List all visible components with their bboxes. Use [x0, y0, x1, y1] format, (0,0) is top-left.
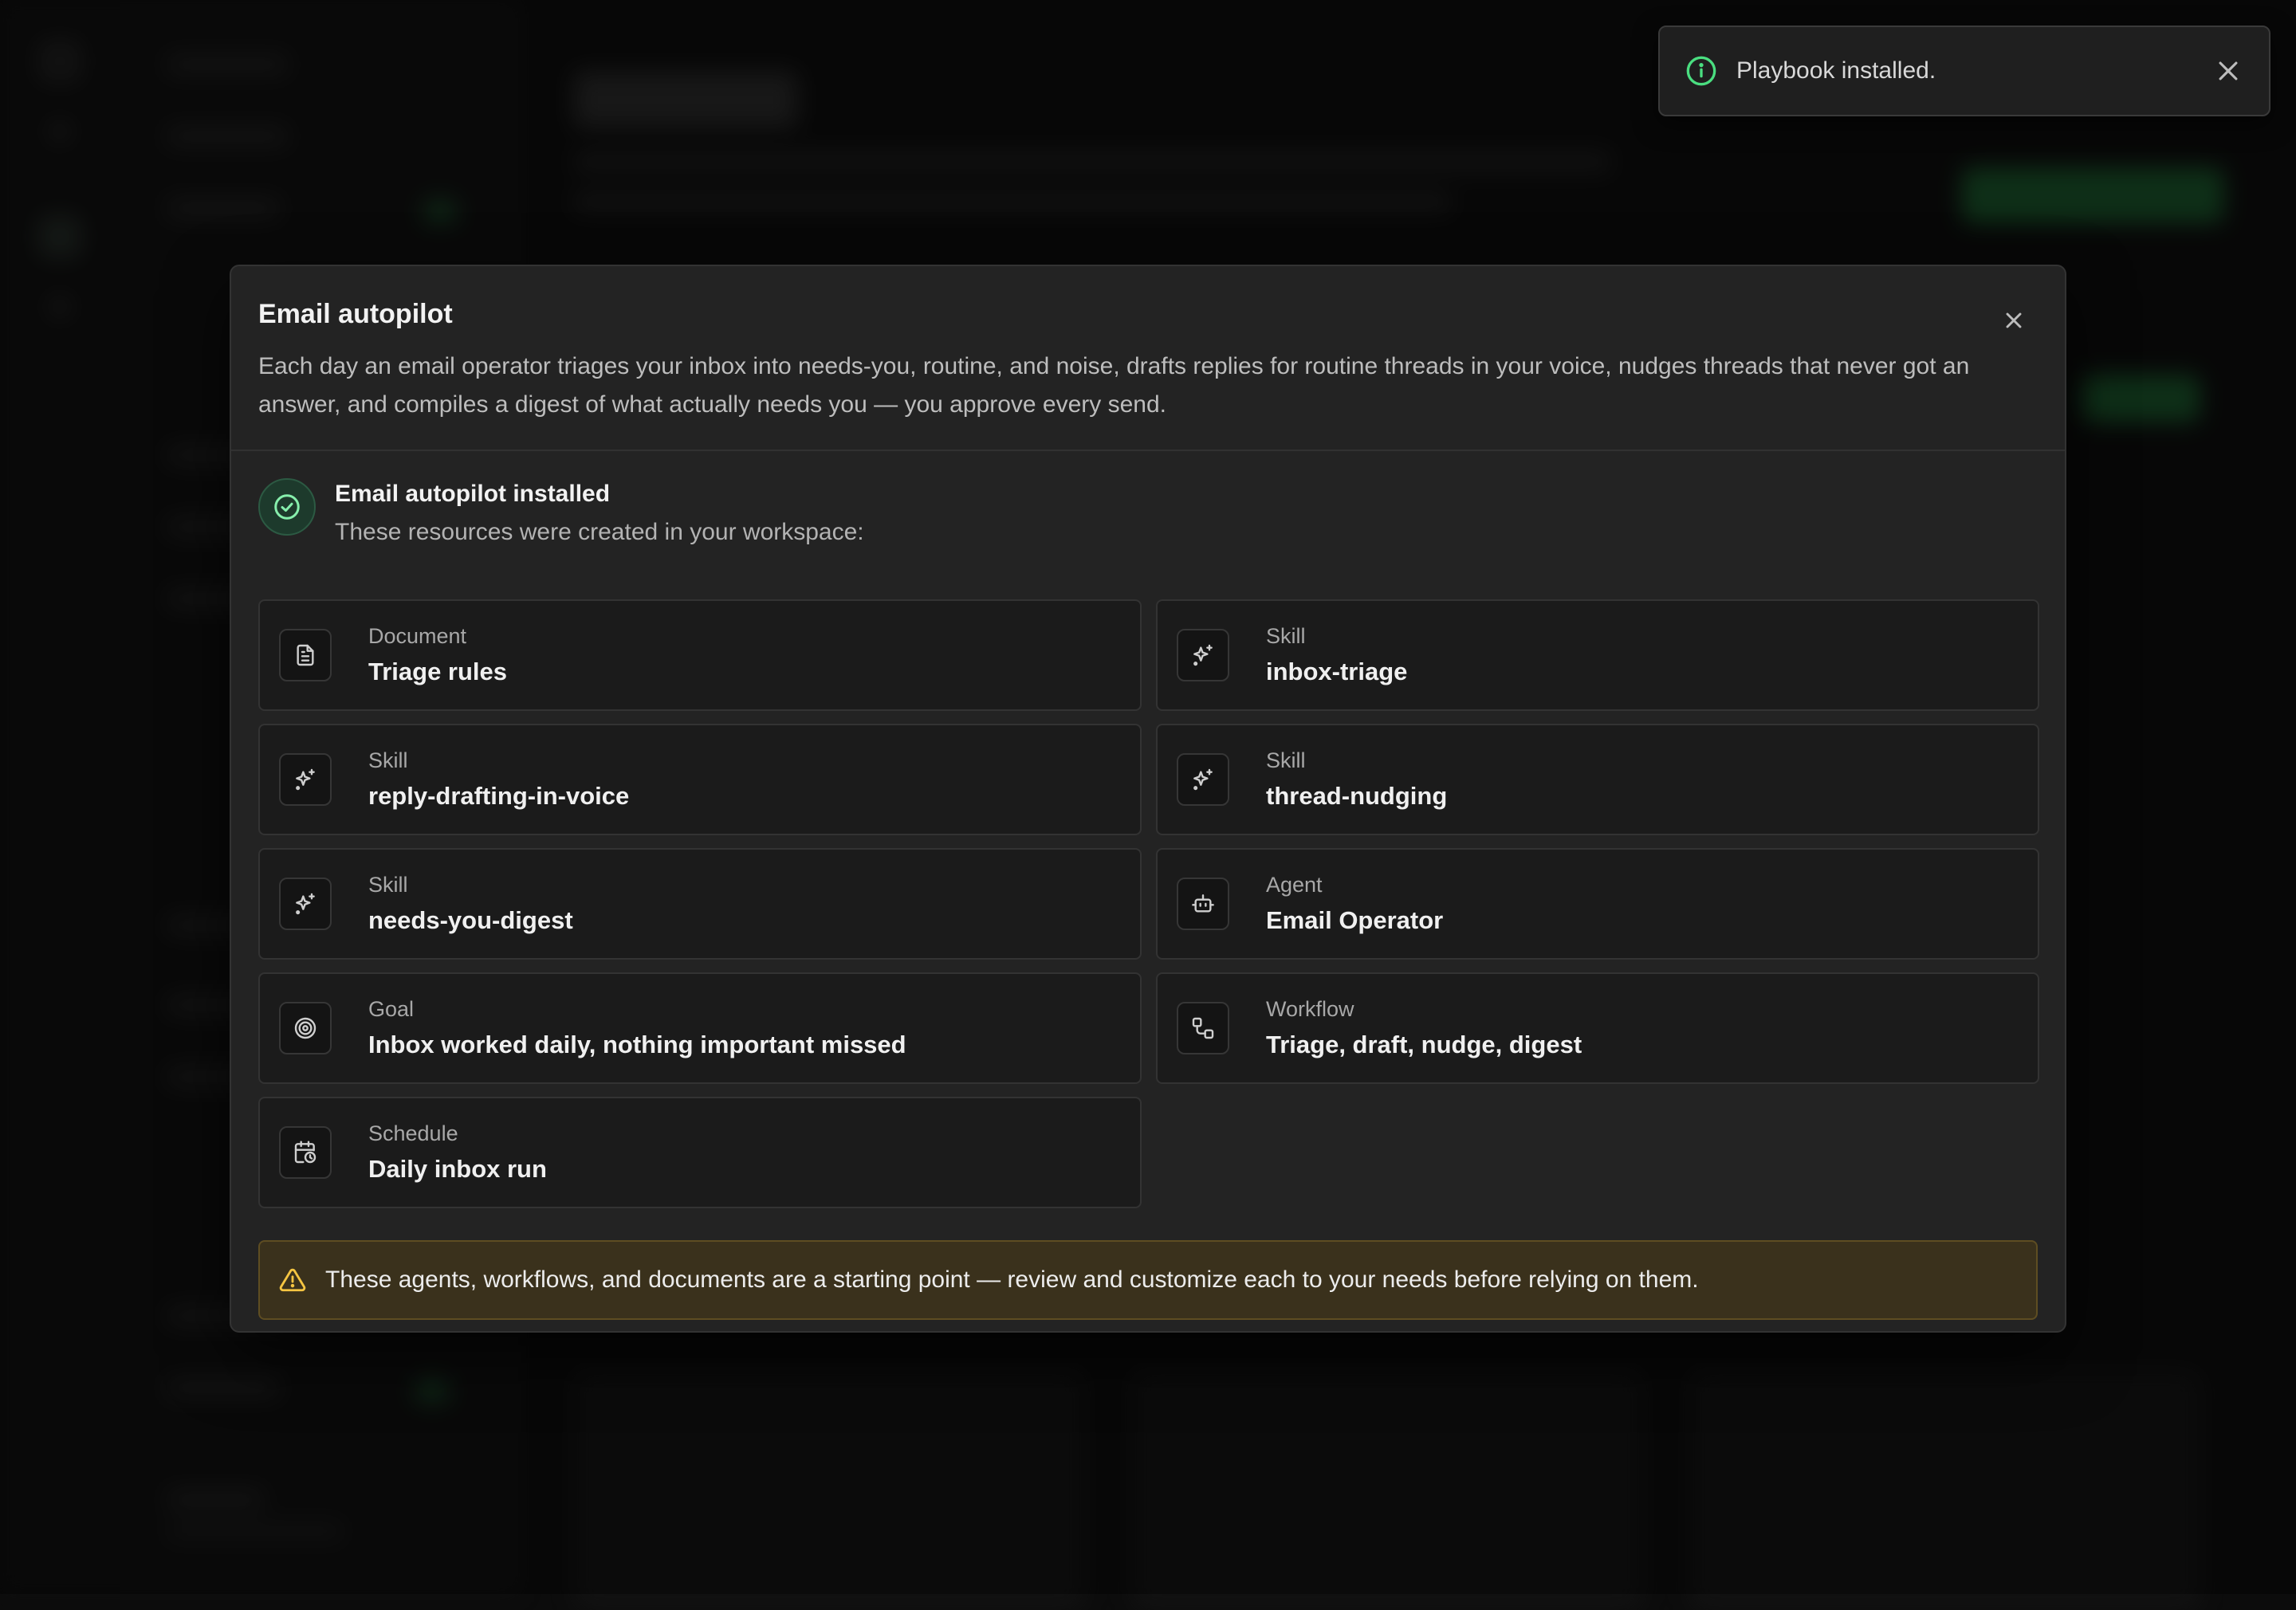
check-circle-icon	[273, 493, 301, 521]
resource-name: thread-nudging	[1266, 780, 1447, 812]
resource-card-inbox-goal[interactable]: Goal Inbox worked daily, nothing importa…	[258, 972, 1142, 1084]
resource-type: Workflow	[1266, 995, 1582, 1023]
target-icon	[293, 1015, 318, 1041]
resource-name: Inbox worked daily, nothing important mi…	[368, 1029, 906, 1061]
resource-icon-box	[1177, 1002, 1229, 1054]
resource-type: Document	[368, 622, 507, 650]
resource-type: Schedule	[368, 1120, 547, 1147]
dialog-title: Email autopilot	[258, 298, 2038, 330]
resource-card-thread-nudging[interactable]: Skill thread-nudging	[1156, 724, 2039, 835]
resource-name: Triage rules	[368, 656, 507, 688]
resource-grid: Document Triage rules Skill inbox-triage	[258, 599, 2038, 1208]
success-title: Email autopilot installed	[335, 478, 864, 510]
resource-card-workflow[interactable]: Workflow Triage, draft, nudge, digest	[1156, 972, 2039, 1084]
warning-triangle-icon	[279, 1266, 306, 1294]
resource-name: reply-drafting-in-voice	[368, 780, 629, 812]
resource-type: Goal	[368, 995, 906, 1023]
bot-icon	[1190, 891, 1216, 917]
sparkles-icon	[1190, 642, 1216, 668]
close-icon[interactable]	[2001, 308, 2027, 333]
dialog-description: Each day an email operator triages your …	[258, 348, 2038, 424]
resource-name: inbox-triage	[1266, 656, 1407, 688]
playbook-installed-dialog: Email autopilot Each day an email operat…	[230, 265, 2066, 1333]
resource-name: Daily inbox run	[368, 1153, 547, 1185]
resource-icon-box	[1177, 878, 1229, 930]
resource-card-email-operator[interactable]: Agent Email Operator	[1156, 848, 2039, 960]
sparkles-icon	[293, 891, 318, 917]
success-badge	[258, 478, 316, 536]
install-success: Email autopilot installed These resource…	[258, 478, 2038, 567]
resource-icon-box	[279, 753, 332, 806]
info-icon	[1685, 55, 1717, 87]
resource-type: Skill	[1266, 747, 1447, 774]
resource-icon-box	[279, 1126, 332, 1179]
resource-card-triage-rules[interactable]: Document Triage rules	[258, 599, 1142, 711]
document-icon	[293, 642, 318, 668]
close-icon[interactable]	[2215, 57, 2242, 84]
resource-icon-box	[1177, 629, 1229, 681]
resource-card-inbox-triage[interactable]: Skill inbox-triage	[1156, 599, 2039, 711]
resource-type: Skill	[368, 871, 573, 898]
toast-notification: Playbook installed.	[1658, 26, 2270, 116]
dialog-body: Email autopilot installed These resource…	[231, 451, 2065, 1320]
resource-type: Agent	[1266, 871, 1443, 898]
resource-icon-box	[279, 1002, 332, 1054]
resource-icon-box	[1177, 753, 1229, 806]
success-subtitle: These resources were created in your wor…	[335, 516, 864, 548]
resource-icon-box	[279, 629, 332, 681]
resource-icon-box	[279, 878, 332, 930]
sparkles-icon	[1190, 767, 1216, 792]
resource-type: Skill	[368, 747, 629, 774]
dialog-header: Email autopilot Each day an email operat…	[231, 266, 2065, 451]
resource-card-daily-inbox-run[interactable]: Schedule Daily inbox run	[258, 1097, 1142, 1208]
sparkles-icon	[293, 767, 318, 792]
warning-text: These agents, workflows, and documents a…	[325, 1266, 1699, 1294]
resource-name: Email Operator	[1266, 905, 1443, 937]
resource-type: Skill	[1266, 622, 1407, 650]
resource-card-needs-you-digest[interactable]: Skill needs-you-digest	[258, 848, 1142, 960]
calendar-clock-icon	[293, 1140, 318, 1165]
resource-card-reply-drafting[interactable]: Skill reply-drafting-in-voice	[258, 724, 1142, 835]
workflow-icon	[1190, 1015, 1216, 1041]
toast-message: Playbook installed.	[1736, 57, 2215, 84]
resource-name: needs-you-digest	[368, 905, 573, 937]
resource-name: Triage, draft, nudge, digest	[1266, 1029, 1582, 1061]
customization-warning: These agents, workflows, and documents a…	[258, 1240, 2038, 1320]
